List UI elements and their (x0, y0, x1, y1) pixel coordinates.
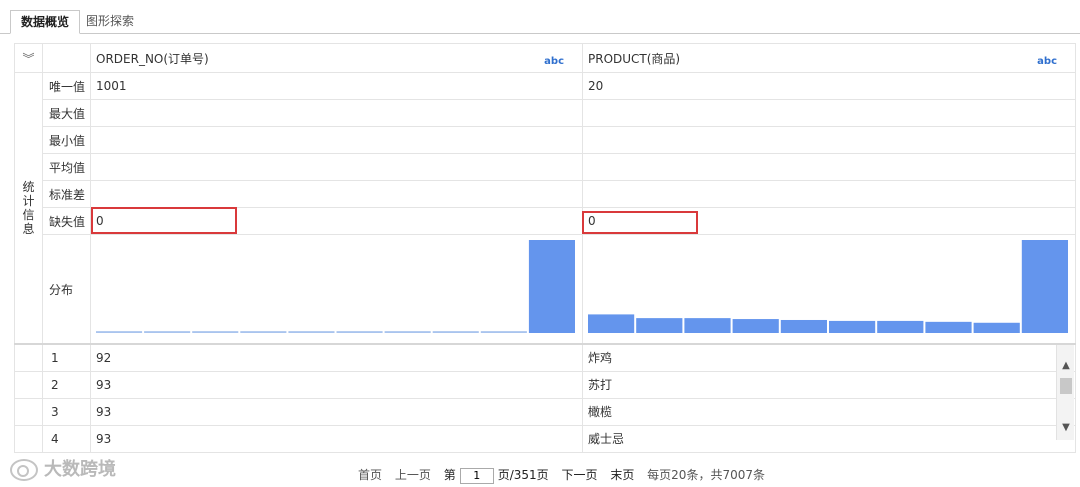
histogram-bar (829, 320, 876, 333)
row-index: 2 (42, 370, 91, 399)
first-page-link[interactable]: 首页 (358, 468, 382, 482)
histogram-bar (636, 318, 683, 333)
stat-value (582, 99, 1076, 127)
stat-value (582, 180, 1076, 208)
stat-value: 20 (582, 72, 1076, 100)
row-spacer (14, 343, 43, 372)
watermark-logo-icon (10, 459, 38, 481)
cell-product: 苏打 (582, 370, 1076, 399)
prev-page-link[interactable]: 上一页 (395, 468, 431, 482)
histogram-bar (144, 331, 191, 333)
row-spacer (14, 370, 43, 399)
highlight-box-missing-product (582, 211, 698, 234)
watermark-text: 大数跨境 (44, 459, 116, 480)
tab-bar: 数据概览 图形探索 (0, 0, 1080, 34)
stat-value (90, 153, 583, 181)
column-header-product[interactable]: PRODUCT(商品) abc (582, 43, 1076, 73)
row-index: 1 (42, 343, 91, 372)
cell-order-no: 93 (90, 424, 583, 453)
tab-data-overview[interactable]: 数据概览 (10, 10, 81, 34)
histogram-bar (780, 319, 827, 333)
histogram-bar (336, 331, 383, 333)
stat-label-min: 最小值 (42, 126, 91, 154)
table-row[interactable]: 1 92 炸鸡 (14, 343, 1076, 372)
distribution-chart-product (582, 234, 1076, 345)
data-overview-table: ︾ ORDER_NO(订单号) abc PRODUCT(商品) abc 统计信息… (14, 43, 1076, 453)
table-row[interactable]: 3 93 橄榄 (14, 397, 1076, 426)
stat-label-std: 标准差 (42, 180, 91, 208)
highlight-box-missing-order (91, 207, 237, 234)
stat-label-max: 最大值 (42, 99, 91, 127)
scroll-down-icon[interactable]: ▼ (1057, 419, 1075, 437)
page-total: 页/351页 (497, 468, 549, 482)
histogram-bar (588, 314, 635, 333)
collapse-chevron-icon[interactable]: ︾ (14, 43, 43, 73)
column-header-order-no[interactable]: ORDER_NO(订单号) abc (90, 43, 583, 73)
histogram-bar (288, 331, 335, 333)
histogram-bar (877, 320, 924, 333)
stat-value (90, 126, 583, 154)
cell-order-no: 93 (90, 397, 583, 426)
stat-label-mean: 平均值 (42, 153, 91, 181)
histogram-bar (1021, 240, 1068, 333)
row-spacer (14, 397, 43, 426)
page-summary: 每页20条，共7007条 (647, 468, 765, 482)
last-page-link[interactable]: 末页 (610, 468, 634, 482)
histogram-bar (732, 319, 779, 333)
stat-label-distribution: 分布 (42, 234, 91, 345)
histogram-bar (480, 331, 527, 333)
column-name: ORDER_NO(订单号) (96, 51, 209, 66)
scroll-thumb[interactable] (1060, 378, 1072, 394)
pagination: 首页 上一页 第 页/351页 下一页 末页 每页20条，共7007条 (358, 466, 774, 484)
row-spacer (14, 424, 43, 453)
histogram-bar (973, 322, 1020, 333)
stat-value (582, 126, 1076, 154)
stat-label-missing: 缺失值 (42, 207, 91, 235)
histogram-bar (240, 331, 287, 333)
scroll-up-icon[interactable]: ▲ (1057, 357, 1075, 375)
table-row[interactable]: 4 93 威士忌 (14, 424, 1076, 453)
histogram-bar (925, 321, 972, 333)
watermark: 大数跨境 (10, 455, 116, 481)
column-name: PRODUCT(商品) (588, 51, 681, 66)
vertical-scrollbar[interactable]: ▲ ▼ (1056, 345, 1074, 440)
table-row[interactable]: 2 93 苏打 (14, 370, 1076, 399)
stat-value (90, 99, 583, 127)
header-spacer (42, 43, 91, 73)
cell-product: 威士忌 (582, 424, 1076, 453)
stat-value (582, 153, 1076, 181)
distribution-chart-order-no (90, 234, 583, 345)
histogram-bar (528, 240, 575, 333)
histogram-bar (684, 318, 731, 333)
row-index: 3 (42, 397, 91, 426)
page-prefix: 第 (443, 468, 456, 482)
stat-value: 1001 (90, 72, 583, 100)
histogram-bar (384, 331, 431, 333)
histogram-product (588, 240, 1068, 333)
histogram-bar (96, 331, 143, 333)
type-badge-icon: abc (1037, 56, 1057, 67)
cell-product: 炸鸡 (582, 343, 1076, 372)
histogram-order-no (96, 240, 575, 333)
stats-section-text: 统计信息 (22, 180, 35, 236)
histogram-bar (432, 331, 479, 333)
cell-product: 橄榄 (582, 397, 1076, 426)
histogram-bar (192, 331, 239, 333)
stat-label-unique: 唯一值 (42, 72, 91, 100)
stats-section-label: 统计信息 (14, 72, 43, 345)
cell-order-no: 92 (90, 343, 583, 372)
stat-value (90, 180, 583, 208)
type-badge-icon: abc (544, 56, 564, 67)
row-index: 4 (42, 424, 91, 453)
page-number-input[interactable] (459, 467, 494, 484)
tab-graph-explore[interactable]: 图形探索 (76, 10, 144, 34)
next-page-link[interactable]: 下一页 (561, 468, 597, 482)
cell-order-no: 93 (90, 370, 583, 399)
